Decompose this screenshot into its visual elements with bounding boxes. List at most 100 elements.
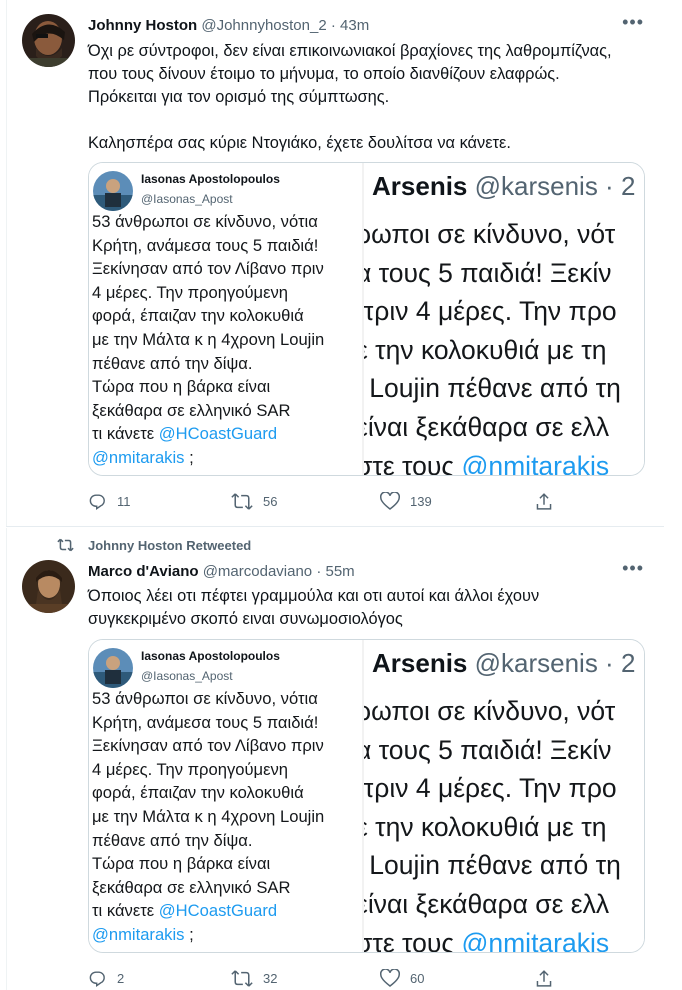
timeline-border (6, 0, 7, 527)
author-name[interactable]: Johnny Hoston (88, 17, 197, 34)
reply-button[interactable]: 11 (88, 492, 131, 511)
tweet-time[interactable]: 55m (326, 563, 355, 580)
quote-author-handle: @Iasonas_Apost (141, 192, 233, 206)
mention-link: @HCoastGuard (158, 901, 278, 921)
text-line: συγκεκριμένο σκοπό ειναι συνωμοσιολόγος (88, 610, 403, 628)
quote-author-name: Iasonas Apostolopoulos (141, 172, 280, 186)
zoomed-line: α τους 5 παιδιά! Ξεκίν (364, 257, 612, 288)
quote-left-panel: Iasonas Apostolopoulos @Iasonas_Apost 53… (89, 163, 363, 475)
avatar[interactable] (22, 14, 75, 67)
quote-avatar (93, 171, 133, 211)
zoomed-body: ρωποι σε κίνδυνο, νότ α τους 5 παιδιά! Ξ… (364, 692, 621, 952)
author-handle[interactable]: @Johnnyhoston_2 (201, 17, 326, 34)
text-line: Όχι ρε σύντροφοι, δεν είναι επικοινωνιακ… (88, 42, 612, 60)
quote-line: 53 άνθρωποι σε κίνδυνο, νότια (92, 689, 318, 708)
zoomed-mention: @nmitarakis (461, 927, 610, 952)
more-icon[interactable]: ••• (622, 558, 644, 579)
quote-line: πέθανε από την δίψα. (92, 830, 253, 850)
quote-left-panel: Iasonas Apostolopoulos @Iasonas_Apost 53… (89, 640, 363, 952)
share-icon (536, 970, 552, 987)
tweet-header: Marco d'Aviano @marcodaviano · 55m (88, 563, 355, 580)
tweet-text: Όχι ρε σύντροφοι, δεν είναι επικοινωνιακ… (88, 40, 658, 155)
retweet-label[interactable]: Johnny Hoston Retweeted (88, 538, 251, 553)
quoted-image[interactable]: Iasonas Apostolopoulos @Iasonas_Apost 53… (88, 639, 645, 953)
share-icon (536, 493, 552, 510)
quote-right-panel: Arsenis @karsenis · 2 ρωποι σε κίνδυνο, … (364, 163, 644, 475)
zoomed-name: Arsenis (372, 648, 468, 678)
retweet-count: 32 (263, 971, 278, 986)
text-line: που τους δίνουν έτοιμο το μήνυμα, το οπο… (88, 65, 560, 83)
quote-tail: ; (184, 924, 194, 944)
tweet-text: Όποιος λέει οτι πέφτει γραμμούλα και οτι… (88, 585, 658, 631)
quote-line: Τώρα που η βάρκα είναι (92, 377, 271, 397)
zoomed-line: ρωποι σε κίνδυνο, νότ (364, 696, 616, 726)
quote-line: Κρήτη, ανάμεσα τους 5 παιδιά! (92, 712, 319, 732)
quote-line: πέθανε από την δίψα. (92, 353, 253, 373)
quote-body: 53 άνθρωποι σε κίνδυνο, νότια Κρήτη, ανά… (92, 687, 324, 947)
more-icon[interactable]: ••• (622, 12, 644, 33)
reply-count: 11 (117, 494, 131, 509)
quote-line-text: τι κάνετε (92, 901, 159, 921)
zoomed-line: ε την κολοκυθιά με τη (364, 334, 607, 365)
action-bar: 2 32 60 (88, 969, 558, 990)
zoomed-line: πριν 4 μέρες. Την προ (364, 773, 617, 804)
zoomed-line: είναι ξεκάθαρα σε ελλ (364, 411, 610, 442)
share-button[interactable] (535, 492, 553, 511)
separator: · (330, 17, 336, 34)
quote-line: @nmitarakis ; (92, 446, 324, 470)
quote-line: Κρήτη, ανάμεσα τους 5 παιδιά! (92, 235, 319, 255)
zoomed-line: α τους 5 παιδιά! Ξεκίν (364, 734, 612, 765)
quote-line: τι κάνετε @HCoastGuard (92, 422, 324, 446)
author-handle[interactable]: @marcodaviano (203, 563, 312, 580)
quote-line: με την Μάλτα κ η 4χρονη Loujin (92, 806, 325, 826)
avatar[interactable] (22, 560, 75, 613)
text-line: Καλησπέρα σας κύριε Ντογιάκο, έχετε δουλ… (88, 134, 511, 152)
quote-line: ξεκάθαρα σε ελληνικό SAR (92, 400, 291, 420)
retweet-icon (231, 493, 253, 510)
heart-icon (380, 969, 400, 987)
zoomed-handle: @karsenis · 2 (474, 648, 636, 678)
mention-link: @HCoastGuard (158, 424, 278, 444)
retweet-icon (231, 970, 253, 987)
quote-line: 4 μέρες. Την προηγούμενη (92, 282, 289, 302)
zoomed-line: ε την κολοκυθιά με τη (364, 811, 607, 842)
quoted-image[interactable]: Iasonas Apostolopoulos @Iasonas_Apost 53… (88, 162, 645, 476)
retweet-button[interactable]: 56 (231, 492, 277, 511)
zoomed-handle: @karsenis · 2 (474, 171, 636, 201)
retweet-count: 56 (263, 494, 278, 509)
share-button[interactable] (535, 969, 553, 988)
tweet[interactable]: Johnny Hoston Retweeted Marco d'Aviano @… (0, 528, 682, 990)
quote-right-panel: Arsenis @karsenis · 2 ρωποι σε κίνδυνο, … (364, 640, 644, 952)
zoomed-line-text: στε τους (364, 450, 462, 475)
quote-line-text: τι κάνετε (92, 424, 159, 444)
zoomed-line: είναι ξεκάθαρα σε ελλ (364, 888, 610, 919)
reply-button[interactable]: 2 (88, 969, 124, 988)
zoomed-line: ι Loujin πέθανε από τη (364, 373, 621, 404)
timeline-border (6, 528, 7, 990)
zoomed-line: στε τους @nmitarakis (364, 924, 621, 952)
like-count: 139 (410, 494, 432, 509)
quote-line: φορά, έπαιζαν την κολοκυθιά (92, 306, 304, 326)
quote-line: Ξεκίνησαν από τον Λίβανο πριν (92, 259, 324, 279)
action-bar: 11 56 139 (88, 492, 558, 514)
mention-link: @nmitarakis (92, 924, 185, 944)
text-line: Όποιος λέει οτι πέφτει γραμμούλα και οτι… (88, 587, 540, 605)
like-button[interactable]: 60 (380, 969, 424, 988)
zoomed-line: πριν 4 μέρες. Την προ (364, 296, 617, 327)
separator: · (316, 563, 322, 580)
tweet[interactable]: Johnny Hoston @Johnnyhoston_2 · 43m ••• … (0, 0, 682, 527)
zoomed-name: Arsenis (372, 171, 468, 201)
mention-link: @nmitarakis (92, 447, 185, 467)
tweet-time[interactable]: 43m (340, 17, 369, 34)
author-name[interactable]: Marco d'Aviano (88, 563, 199, 580)
tweet-divider (6, 526, 664, 527)
heart-icon (380, 492, 400, 510)
retweet-button[interactable]: 32 (231, 969, 277, 988)
zoomed-line: ρωποι σε κίνδυνο, νότ (364, 219, 616, 249)
reply-icon (89, 494, 105, 510)
quote-line: Τώρα που η βάρκα είναι (92, 854, 271, 874)
reply-icon (89, 971, 105, 987)
quote-line: με την Μάλτα κ η 4χρονη Loujin (92, 329, 325, 349)
zoomed-mention: @nmitarakis (461, 450, 610, 475)
like-button[interactable]: 139 (380, 492, 432, 511)
